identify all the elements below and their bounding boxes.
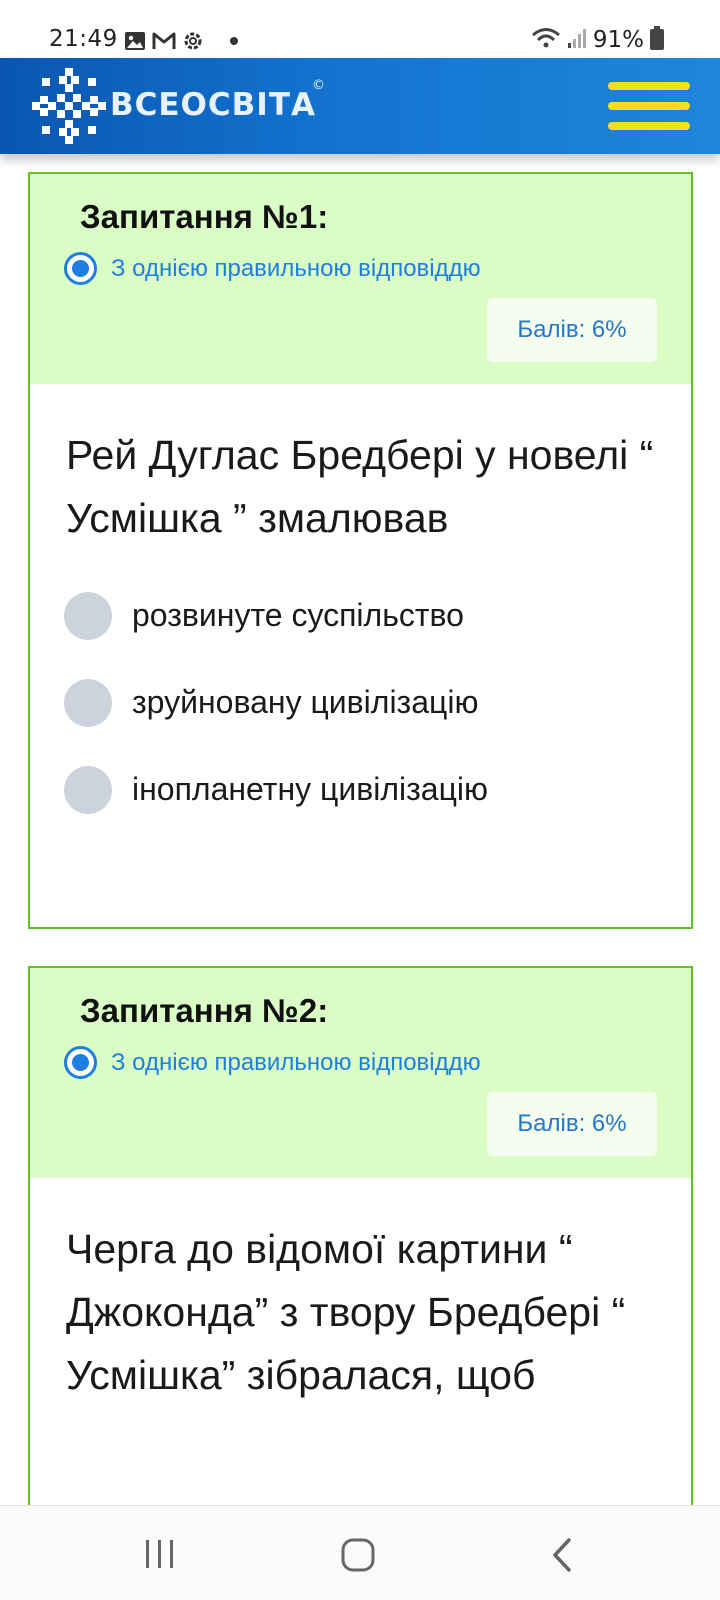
question-card: Запитання №2: З однією правильною відпов… [28, 966, 693, 1526]
radio-button[interactable] [64, 591, 112, 640]
answer-option[interactable]: зруйновану цивілізацію [64, 659, 691, 746]
home-icon[interactable] [341, 1538, 375, 1576]
question-text: Черга до відомої картини “ Джоконда” з т… [66, 1226, 626, 1398]
gallery-icon [124, 31, 146, 51]
points-badge: Балів: 6% [487, 298, 657, 362]
dot-icon [230, 37, 238, 45]
snowflake-logo-icon[interactable] [30, 66, 108, 150]
system-navigation-bar [0, 1505, 720, 1600]
status-bar: 21:49 91% [0, 0, 720, 58]
question-type-label: З однією правильною відповіддю [111, 1048, 481, 1076]
single-choice-icon [64, 1046, 97, 1079]
recent-apps-icon[interactable] [143, 1538, 177, 1574]
wifi-icon [531, 27, 561, 53]
menu-bar-icon [608, 82, 690, 90]
question-type-label: З однією правильною відповіддю [111, 254, 481, 282]
answer-option-label[interactable]: розвинуте суспільство [132, 597, 464, 634]
app-header: ВСЕОСВІТА © [0, 58, 720, 154]
settings-icon [182, 30, 204, 52]
answer-option[interactable]: розвинуте суспільство [64, 572, 691, 659]
question-type: З однією правильною відповіддю [64, 1046, 481, 1079]
question-text: Рей Дуглас Бредбері у новелі “ Усмішка ”… [66, 432, 654, 541]
back-icon[interactable] [550, 1538, 574, 1576]
gmail-icon [152, 32, 176, 50]
radio-button[interactable] [64, 678, 112, 727]
question-header: Запитання №2: З однією правильною відпов… [30, 968, 691, 1178]
single-choice-icon [64, 252, 97, 285]
question-type: З однією правильною відповіддю [64, 252, 481, 285]
answer-option-label[interactable]: інопланетну цивілізацію [132, 771, 488, 808]
question-title: Запитання №2: [80, 992, 329, 1029]
logo-text[interactable]: ВСЕОСВІТА [110, 87, 316, 123]
battery-icon [650, 26, 664, 54]
radio-button[interactable] [64, 765, 112, 814]
question-card: Запитання №1: З однією правильною відпов… [28, 172, 693, 929]
hamburger-menu-button[interactable] [608, 82, 690, 130]
points-badge: Балів: 6% [487, 1092, 657, 1156]
answer-options: розвинуте суспільство зруйновану цивіліз… [30, 550, 691, 833]
notification-icons [124, 29, 238, 53]
answer-option[interactable]: інопланетну цивілізацію [64, 746, 691, 833]
logo-copyright: © [312, 78, 325, 93]
menu-bar-icon [608, 122, 690, 130]
system-icons: 91% [531, 26, 664, 54]
status-time: 21:49 [49, 26, 118, 52]
question-title: Запитання №1: [80, 198, 329, 235]
battery-percent: 91% [592, 27, 644, 53]
answer-option-label[interactable]: зруйновану цивілізацію [132, 684, 478, 721]
menu-bar-icon [608, 102, 690, 110]
question-header: Запитання №1: З однією правильною відпов… [30, 174, 691, 384]
signal-icon [567, 27, 587, 53]
